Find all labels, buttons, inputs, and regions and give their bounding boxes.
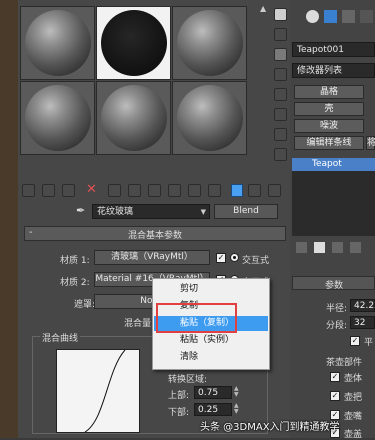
navigator-icon[interactable] — [268, 184, 281, 197]
part-handle-label: 壶把 — [344, 393, 363, 403]
rollout-header[interactable]: - 混合基本参数 — [24, 226, 286, 241]
segments-spinner[interactable]: 32 — [350, 316, 375, 329]
make-unique-panel-icon[interactable] — [332, 242, 343, 253]
params-rollout[interactable]: 参数 — [292, 276, 375, 291]
assign-material-icon[interactable] — [62, 184, 75, 197]
sample-slot-1[interactable] — [20, 6, 95, 80]
part-body-label: 壶体 — [344, 374, 363, 384]
upper-spinner[interactable]: 0.75 ▲ ▼ — [194, 386, 239, 399]
pin-stack-icon[interactable] — [296, 242, 307, 253]
get-material-icon[interactable] — [22, 184, 35, 197]
sample-slot-2[interactable] — [96, 6, 171, 80]
modifier-list-dropdown[interactable]: 修改器列表 — [292, 63, 375, 78]
command-panel: Teapot001 修改器列表 晶格 壳 噪波 编辑样条线 将 Teapot 参… — [290, 0, 375, 440]
part-lid-label: 壶盖 — [344, 430, 363, 440]
modifier-button-noise[interactable]: 噪波 — [294, 119, 364, 133]
sample-slot-3[interactable] — [172, 6, 247, 80]
lower-spinner[interactable]: 0.25 ▲ ▼ — [194, 403, 239, 416]
watermark: 头条 @3DMAX入门到精通教学 — [200, 422, 340, 433]
smooth-label: 平 — [364, 338, 374, 348]
sample-slot-5[interactable] — [96, 81, 171, 155]
interactive-label-1: 交互式 — [242, 256, 270, 266]
radius-spinner[interactable]: 42.23 — [350, 299, 375, 312]
params-title: 参数 — [325, 281, 344, 291]
eyedropper-icon[interactable]: ✒ — [76, 204, 85, 217]
upper-label: 上部: — [168, 391, 190, 401]
object-name-field[interactable]: Teapot001 — [292, 42, 375, 57]
menu-item-clear[interactable]: 清除 — [154, 350, 268, 365]
rollout-title: 混合基本参数 — [127, 231, 182, 241]
background-icon[interactable] — [274, 48, 287, 61]
material-name-field[interactable]: 花纹玻璃 ▼ — [92, 204, 210, 219]
material-type-button[interactable]: Blend — [214, 204, 278, 219]
side-toolbar: ▲ — [258, 2, 288, 180]
part-spout-label: 壶嘴 — [344, 412, 363, 422]
modifier-stack: Teapot — [292, 158, 375, 236]
segments-label: 分段: — [326, 321, 348, 331]
material-name-text: 花纹玻璃 — [97, 207, 134, 217]
chevron-down-icon[interactable]: ▼ — [201, 205, 206, 219]
material1-label: 材质 1: — [60, 256, 90, 266]
modifier-button-shell[interactable]: 壳 — [294, 102, 364, 116]
go-to-parent-icon[interactable] — [231, 184, 243, 197]
smooth-checkbox[interactable]: ✓ — [350, 336, 360, 346]
put-to-scene-icon[interactable] — [42, 184, 55, 197]
put-to-library-icon[interactable] — [148, 184, 161, 197]
uv-tiling-icon[interactable] — [274, 68, 287, 81]
modify-tab-icon[interactable] — [324, 10, 337, 23]
lower-label: 下部: — [168, 408, 190, 418]
sample-slot-6[interactable] — [172, 81, 247, 155]
material1-button[interactable]: 清玻璃（VRayMtl） — [94, 250, 210, 265]
lower-value: 0.25 — [198, 405, 219, 415]
lower-spinner-arrows-icon[interactable]: ▲ ▼ — [234, 403, 240, 416]
selection-highlight-box — [156, 303, 237, 333]
material1-checkbox[interactable]: ✓ — [216, 253, 226, 263]
viewport-edge — [0, 0, 18, 438]
modifier-button-lattice[interactable]: 晶格 — [294, 85, 364, 99]
part-handle-checkbox[interactable]: ✓ — [330, 391, 340, 401]
go-forward-icon[interactable] — [248, 184, 261, 197]
mix-curve-label: 混合曲线 — [40, 331, 81, 344]
material-editor: ▲ ✕ ✒ 花纹玻璃 ▼ Blend - 混合基本参数 材质 1: 清玻璃（VR… — [18, 0, 290, 438]
material1-interactive-radio[interactable] — [230, 253, 239, 262]
segments-value: 32 — [354, 318, 366, 328]
make-unique-icon[interactable] — [128, 184, 141, 197]
show-end-result-panel-icon[interactable] — [314, 242, 325, 253]
mouse-cursor-icon: ☝ — [180, 316, 188, 330]
upper-value: 0.75 — [198, 388, 219, 398]
menu-item-cut[interactable]: 剪切 — [154, 282, 268, 297]
video-color-icon[interactable] — [274, 88, 287, 101]
motion-tab-icon[interactable] — [360, 10, 373, 23]
stack-item-teapot[interactable]: Teapot — [292, 158, 375, 171]
create-tab-icon[interactable] — [306, 10, 319, 23]
mix-amount-label: 混合量 — [124, 319, 152, 329]
material2-label: 材质 2: — [60, 278, 90, 288]
modifier-button-edit-spline[interactable]: 编辑样条线 — [294, 136, 364, 150]
show-end-result-icon[interactable] — [208, 184, 221, 197]
effects-channel-icon[interactable] — [168, 184, 181, 197]
hierarchy-tab-icon[interactable] — [342, 10, 355, 23]
sample-type-icon[interactable] — [274, 8, 287, 21]
remove-modifier-icon[interactable] — [350, 242, 361, 253]
backlight-icon[interactable] — [274, 28, 287, 41]
mask-label: 遮罩: — [74, 300, 96, 310]
upper-spinner-arrows-icon[interactable]: ▲ ▼ — [234, 386, 240, 399]
parts-label: 茶壶部件 — [326, 358, 363, 368]
horizontal-toolbar: ✕ — [18, 182, 290, 198]
radius-value: 42.23 — [354, 301, 375, 311]
modifier-button-right[interactable]: 将 — [366, 136, 375, 150]
delete-icon[interactable]: ✕ — [86, 182, 97, 197]
transition-label: 转换区域: — [168, 375, 208, 385]
scroll-arrow-icon[interactable]: ▲ — [260, 4, 266, 13]
select-by-material-icon[interactable] — [274, 148, 287, 161]
make-copy-icon[interactable] — [108, 184, 121, 197]
sample-slot-4[interactable] — [20, 81, 95, 155]
mix-curve-graph — [56, 349, 140, 433]
show-map-icon[interactable] — [188, 184, 201, 197]
options-icon[interactable] — [274, 128, 287, 141]
menu-item-paste-instance[interactable]: 粘贴（实例） — [154, 333, 268, 348]
radius-label: 半径: — [326, 304, 348, 314]
make-preview-icon[interactable] — [274, 108, 287, 121]
part-body-checkbox[interactable]: ✓ — [330, 372, 340, 382]
